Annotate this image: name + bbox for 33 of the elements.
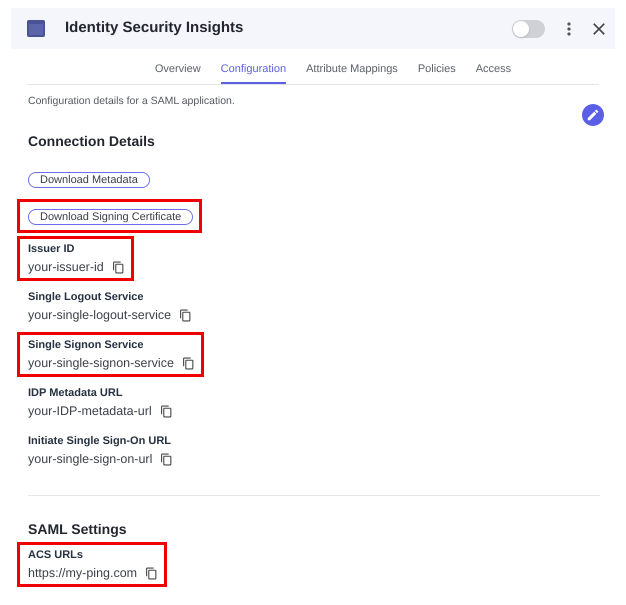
download-button[interactable]: Download Metadata (28, 172, 150, 188)
window-icon (27, 20, 45, 37)
tab[interactable]: Overview (154, 62, 201, 84)
field-value: your-single-logout-service (28, 307, 172, 323)
field-label: Single Logout Service (28, 290, 145, 304)
edit-button[interactable] (582, 104, 604, 126)
field-label: Single Signon Service (28, 338, 145, 352)
tab[interactable]: Access (476, 62, 512, 84)
field-value: https://my-ping.com (28, 565, 138, 581)
field-label: ACS URLs (28, 548, 84, 562)
field-value: your-IDP-metadata-url (28, 403, 152, 419)
pencil-icon (586, 108, 600, 122)
description: Configuration details for a SAML application. (28, 94, 236, 108)
copy-icon[interactable] (112, 260, 125, 274)
tab[interactable]: Attribute Mappings (306, 62, 398, 84)
field-label: Initiate Single Sign-On URL (28, 434, 172, 448)
field-value: your-single-sign-on-url (28, 451, 152, 467)
copy-icon[interactable] (160, 404, 173, 418)
copy-icon[interactable] (182, 356, 195, 370)
section-heading: Connection Details (28, 132, 156, 150)
app-title: Identity Security Insights (65, 18, 244, 38)
copy-icon[interactable] (160, 452, 174, 466)
copy-icon[interactable] (179, 308, 192, 322)
field-label: Issuer ID (28, 242, 76, 256)
toggle-switch[interactable] (512, 20, 545, 38)
copy-icon[interactable] (145, 566, 158, 580)
section-heading: SAML Settings (28, 520, 128, 538)
tab[interactable]: Configuration (220, 62, 286, 84)
field-label: IDP Metadata URL (28, 386, 124, 400)
tab[interactable]: Policies (418, 62, 456, 84)
download-button[interactable]: Download Signing Certificate (28, 209, 194, 225)
field-value: your-issuer-id (28, 259, 104, 275)
field-value: your-single-signon-service (28, 355, 174, 371)
